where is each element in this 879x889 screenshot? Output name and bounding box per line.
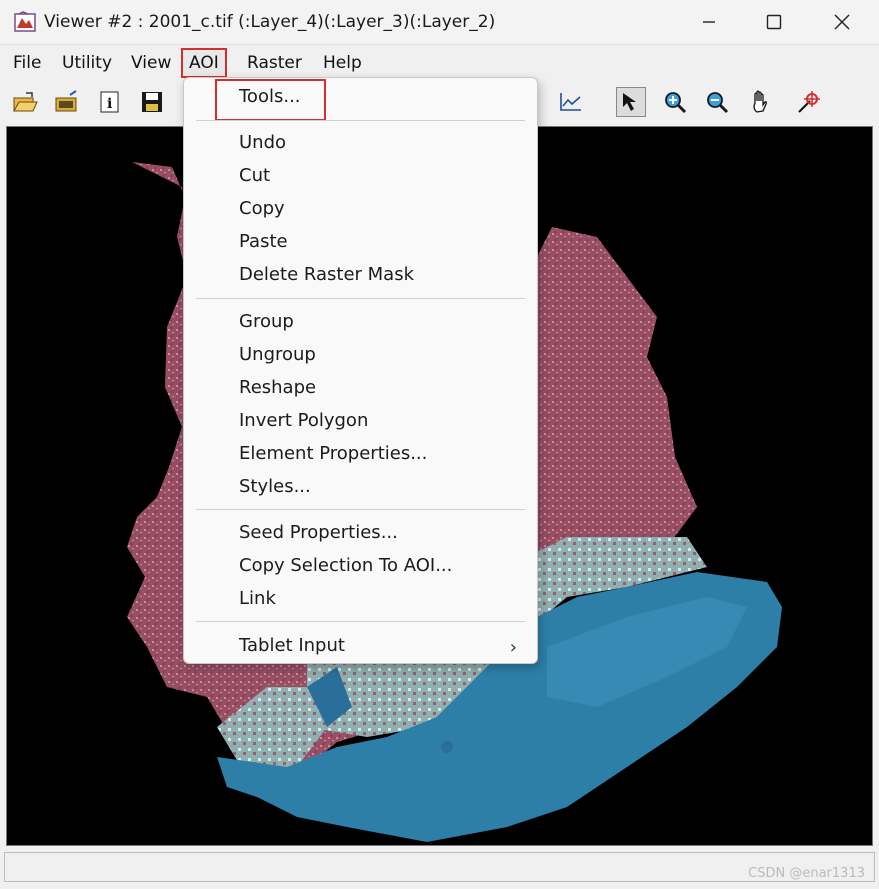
maximize-button[interactable] [740, 0, 808, 44]
submenu-arrow-icon: › [509, 637, 517, 658]
zoom-in-icon [665, 92, 687, 114]
status-bar [4, 852, 875, 882]
minimize-icon [703, 21, 715, 23]
menu-item-tablet-input[interactable]: Tablet Input › [184, 631, 537, 663]
watermark: CSDN @enar1313 [748, 866, 865, 881]
aoi-dropdown-menu: Tools... Undo Cut Copy Paste Delete Rast… [183, 77, 538, 664]
menu-item-label: Tools... [239, 86, 301, 107]
menu-item-label: Undo [239, 132, 287, 153]
info-icon: i [100, 91, 119, 113]
menu-help[interactable]: Help [317, 50, 368, 76]
menu-item-seed-properties[interactable]: Seed Properties... [184, 518, 537, 550]
menu-item-ungroup[interactable]: Ungroup [184, 340, 537, 372]
menu-item-label: Copy [239, 198, 285, 219]
menu-item-styles[interactable]: Styles... [184, 472, 537, 504]
menu-item-reshape[interactable]: Reshape [184, 373, 537, 405]
menu-aoi[interactable]: AOI [181, 48, 227, 78]
window-title: Viewer #2 : 2001_c.tif (:Layer_4)(:Layer… [44, 12, 496, 32]
app-icon [14, 11, 36, 32]
profile-button[interactable] [556, 87, 586, 117]
menu-item-undo[interactable]: Undo [184, 128, 537, 160]
profile-chart-icon [560, 93, 581, 111]
zoom-out-icon [707, 92, 729, 114]
menu-raster[interactable]: Raster [241, 50, 308, 76]
menu-item-tools[interactable]: Tools... [184, 82, 537, 114]
menu-bar: File Utility View AOI Raster Help [0, 45, 879, 79]
menu-item-copy-selection-to-aoi[interactable]: Copy Selection To AOI... [184, 551, 537, 583]
menu-item-copy[interactable]: Copy [184, 194, 537, 226]
menu-item-label: Cut [239, 165, 271, 186]
select-tool-button[interactable] [616, 87, 646, 117]
zoom-out-button[interactable] [702, 87, 732, 117]
layer-info-button[interactable]: i [95, 87, 125, 117]
close-button[interactable] [808, 0, 876, 44]
open-folder-icon [13, 92, 38, 112]
save-button[interactable] [137, 87, 167, 117]
save-icon [142, 92, 162, 112]
menu-view[interactable]: View [125, 50, 177, 76]
pan-button[interactable] [746, 87, 776, 117]
menu-item-label: Paste [239, 231, 288, 252]
svg-text:i: i [107, 96, 112, 112]
select-arrow-icon [623, 93, 636, 111]
menu-separator [196, 120, 525, 121]
menu-item-label: Group [239, 311, 294, 332]
inquire-button[interactable] [794, 87, 824, 117]
menu-item-label: Link [239, 588, 276, 609]
menu-separator [196, 298, 525, 299]
menu-separator [196, 621, 525, 622]
menu-utility[interactable]: Utility [56, 50, 118, 76]
menu-item-invert-polygon[interactable]: Invert Polygon [184, 406, 537, 438]
minimize-button[interactable] [675, 0, 743, 44]
close-icon [834, 14, 850, 30]
menu-file[interactable]: File [7, 50, 47, 76]
menu-separator [196, 509, 525, 510]
menu-item-label: Styles... [239, 476, 311, 497]
menu-item-link[interactable]: Link [184, 584, 537, 616]
open-button[interactable] [10, 87, 40, 117]
menu-item-paste[interactable]: Paste [184, 227, 537, 259]
maximize-icon [766, 14, 782, 30]
menu-item-group[interactable]: Group [184, 307, 537, 339]
menu-item-label: Delete Raster Mask [239, 264, 414, 285]
menu-item-label: Reshape [239, 377, 317, 398]
menu-item-label: Seed Properties... [239, 522, 398, 543]
menu-item-label: Element Properties... [239, 443, 428, 464]
menu-item-element-properties[interactable]: Element Properties... [184, 439, 537, 471]
pan-hand-icon [753, 90, 767, 113]
inquire-cursor-icon [798, 91, 820, 113]
title-bar: Viewer #2 : 2001_c.tif (:Layer_4)(:Layer… [0, 0, 879, 45]
menu-item-label: Tablet Input [239, 635, 345, 656]
menu-item-delete-raster-mask[interactable]: Delete Raster Mask [184, 260, 537, 292]
open-layer-icon [55, 90, 77, 112]
zoom-in-button[interactable] [660, 87, 690, 117]
open-layer-button[interactable] [52, 87, 82, 117]
menu-item-label: Invert Polygon [239, 410, 369, 431]
menu-item-cut[interactable]: Cut [184, 161, 537, 193]
menu-item-label: Copy Selection To AOI... [239, 555, 453, 576]
menu-item-label: Ungroup [239, 344, 316, 365]
